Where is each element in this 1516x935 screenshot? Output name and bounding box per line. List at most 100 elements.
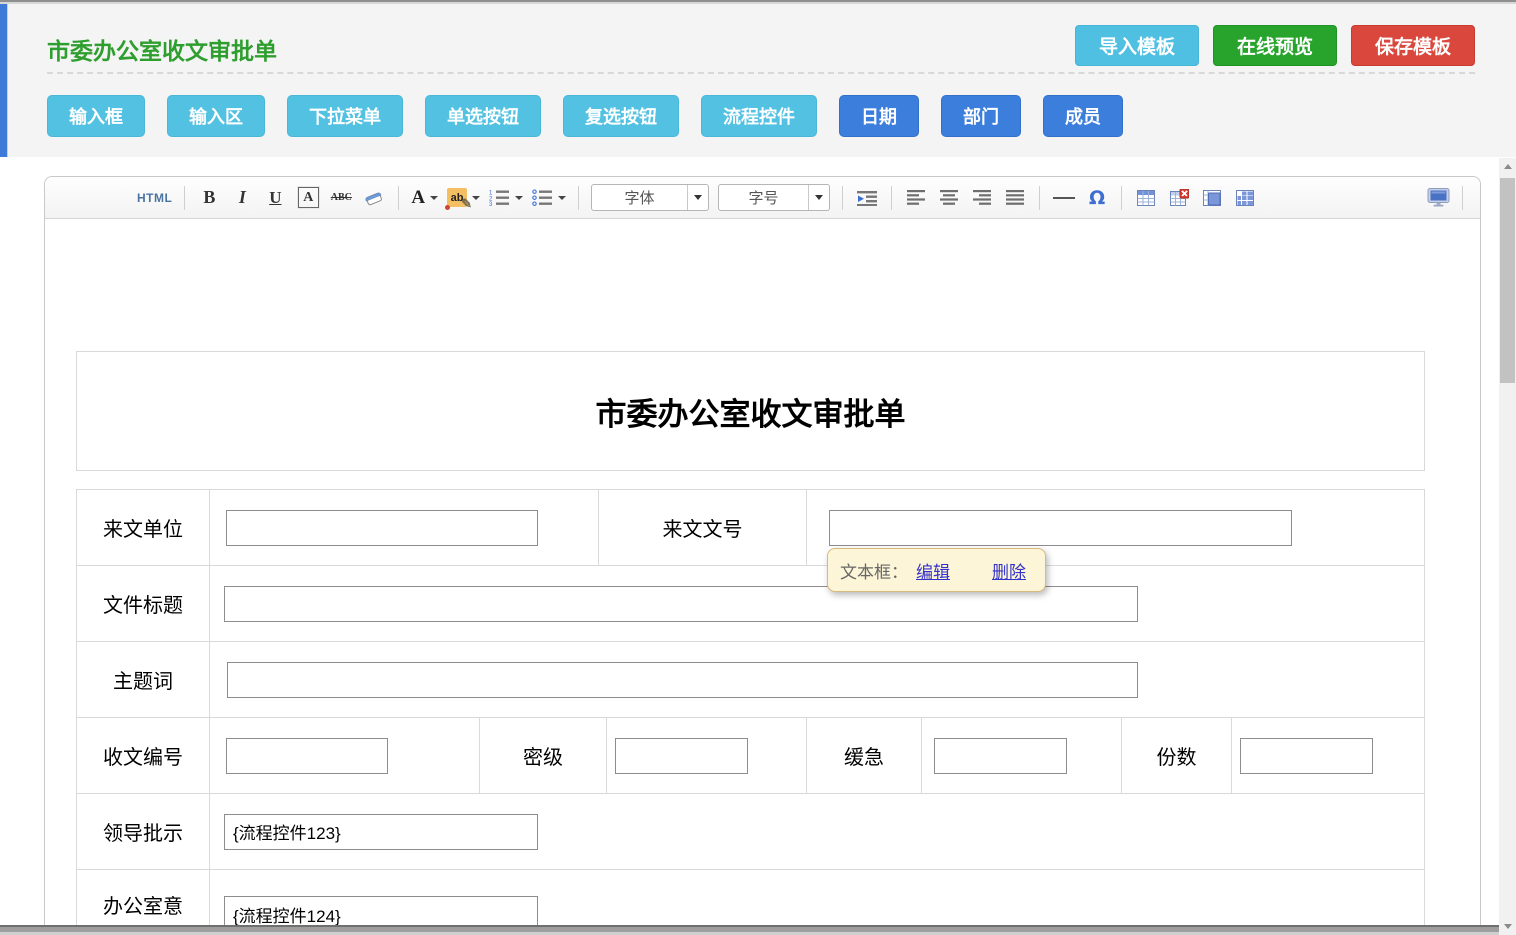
- indent-button[interactable]: [855, 184, 879, 212]
- edit-field-link[interactable]: 编辑: [916, 558, 950, 583]
- font-size-select[interactable]: 字号: [718, 184, 830, 211]
- unordered-list-button[interactable]: [532, 184, 566, 212]
- table-cells-button[interactable]: [1233, 184, 1257, 212]
- toolbar-separator: [1462, 186, 1463, 210]
- table-row: 来文单位 来文文号: [77, 490, 1424, 566]
- label-security-level: 密级: [480, 718, 607, 793]
- font-family-select[interactable]: 字体: [591, 184, 709, 211]
- cell-urgency: [922, 718, 1122, 793]
- scroll-down-button[interactable]: [1499, 918, 1516, 935]
- page-title: 市委办公室收文审批单: [47, 32, 277, 66]
- horizontal-rule-button[interactable]: [1052, 184, 1076, 212]
- delete-table-icon: [1170, 189, 1189, 207]
- font-family-value: 字体: [592, 187, 687, 208]
- form-title-cell: 市委办公室收文审批单: [76, 351, 1425, 471]
- form-table: 来文单位 来文文号 文件标题 主题词: [76, 489, 1425, 935]
- widget-member-button[interactable]: 成员: [1043, 95, 1123, 137]
- receipt-number-input[interactable]: [226, 738, 388, 774]
- delete-table-button[interactable]: [1167, 184, 1191, 212]
- strikethrough-button[interactable]: ABC: [329, 184, 353, 212]
- widget-date-button[interactable]: 日期: [839, 95, 919, 137]
- cell-document-title: [210, 566, 1424, 641]
- indent-icon: [857, 190, 878, 206]
- highlight-color-button[interactable]: ab✎: [447, 184, 480, 212]
- merge-cells-button[interactable]: [1200, 184, 1224, 212]
- html-source-button[interactable]: HTML: [137, 184, 172, 212]
- urgency-input[interactable]: [934, 738, 1067, 774]
- strikethrough-icon: ABC: [331, 192, 352, 203]
- select-arrow[interactable]: [808, 185, 829, 210]
- underline-button[interactable]: U: [263, 184, 287, 212]
- toolbar-separator: [398, 186, 399, 210]
- pencil-icon: ✎: [461, 196, 472, 212]
- subject-words-input[interactable]: [227, 662, 1138, 698]
- form-title: 市委办公室收文审批单: [596, 389, 906, 434]
- widget-dropdown-button[interactable]: 下拉菜单: [287, 95, 403, 137]
- copies-input[interactable]: [1240, 738, 1373, 774]
- leader-instructions-input[interactable]: [224, 814, 538, 850]
- italic-button[interactable]: I: [230, 184, 254, 212]
- window-bottom-edge: [0, 925, 1499, 935]
- table-row: 文件标题: [77, 566, 1424, 642]
- cell-subject-words: [210, 642, 1424, 717]
- incoming-doc-number-input[interactable]: [829, 510, 1292, 546]
- styled-text-button[interactable]: A: [296, 184, 320, 212]
- save-template-button[interactable]: 保存模板: [1351, 25, 1475, 66]
- insert-table-icon: [1137, 189, 1155, 207]
- delete-field-link[interactable]: 删除: [992, 558, 1026, 583]
- italic-icon: I: [239, 187, 246, 208]
- cell-incoming-unit: [210, 490, 599, 565]
- widget-radio-button[interactable]: 单选按钮: [425, 95, 541, 137]
- align-justify-icon: [1006, 190, 1025, 205]
- table-row: 领导批示: [77, 794, 1424, 870]
- widget-input-area-button[interactable]: 输入区: [167, 95, 265, 137]
- cell-copies: [1232, 718, 1424, 793]
- label-incoming-unit: 来文单位: [77, 490, 210, 565]
- editor-toolbar: HTML B I U A ABC A ab✎ 1 2 3: [45, 177, 1480, 219]
- vertical-scrollbar[interactable]: [1499, 158, 1516, 935]
- label-leader-instructions: 领导批示: [77, 794, 210, 869]
- incoming-unit-input[interactable]: [226, 510, 538, 546]
- horizontal-rule-icon: [1053, 197, 1075, 199]
- table-row: 收文编号 密级 缓急 份数: [77, 718, 1424, 794]
- font-color-icon: A: [411, 187, 425, 209]
- merge-cells-icon: [1203, 189, 1221, 207]
- widget-checkbox-button[interactable]: 复选按钮: [563, 95, 679, 137]
- arrow-up-icon: [1504, 164, 1512, 169]
- omega-icon: Ω: [1089, 187, 1105, 209]
- toolbar-separator: [842, 186, 843, 210]
- font-color-button[interactable]: A: [411, 184, 438, 212]
- scrollbar-thumb[interactable]: [1500, 178, 1515, 383]
- label-copies: 份数: [1122, 718, 1232, 793]
- ordered-list-button[interactable]: 1 2 3: [489, 184, 523, 212]
- rich-text-editor: HTML B I U A ABC A ab✎ 1 2 3: [44, 176, 1481, 935]
- scroll-up-button[interactable]: [1499, 158, 1516, 175]
- insert-table-button[interactable]: [1134, 184, 1158, 212]
- label-subject-words: 主题词: [77, 642, 210, 717]
- special-character-button[interactable]: Ω: [1085, 184, 1109, 212]
- ordered-list-icon: 1 2 3: [489, 189, 510, 206]
- select-arrow[interactable]: [687, 185, 708, 210]
- cell-security-level: [607, 718, 807, 793]
- dashed-divider: [47, 72, 1475, 74]
- widget-flow-control-button[interactable]: 流程控件: [701, 95, 817, 137]
- online-preview-button[interactable]: 在线预览: [1213, 25, 1337, 66]
- red-dot: [445, 205, 450, 210]
- align-left-button[interactable]: [904, 184, 928, 212]
- eraser-button[interactable]: [362, 184, 386, 212]
- widget-input-box-button[interactable]: 输入框: [47, 95, 145, 137]
- security-level-input[interactable]: [615, 738, 748, 774]
- left-blue-strip: [0, 0, 8, 157]
- toolbar-separator: [184, 186, 185, 210]
- field-action-tooltip: 文本框： 编辑 删除: [827, 548, 1046, 592]
- fullscreen-button[interactable]: [1426, 184, 1450, 212]
- header-panel: 市委办公室收文审批单 导入模板 在线预览 保存模板 输入框 输入区 下拉菜单 单…: [8, 4, 1516, 157]
- align-right-button[interactable]: [970, 184, 994, 212]
- bold-button[interactable]: B: [197, 184, 221, 212]
- label-document-title: 文件标题: [77, 566, 210, 641]
- import-template-button[interactable]: 导入模板: [1075, 25, 1199, 66]
- align-justify-button[interactable]: [1003, 184, 1027, 212]
- align-center-button[interactable]: [937, 184, 961, 212]
- tooltip-label: 文本框：: [840, 558, 908, 583]
- widget-department-button[interactable]: 部门: [941, 95, 1021, 137]
